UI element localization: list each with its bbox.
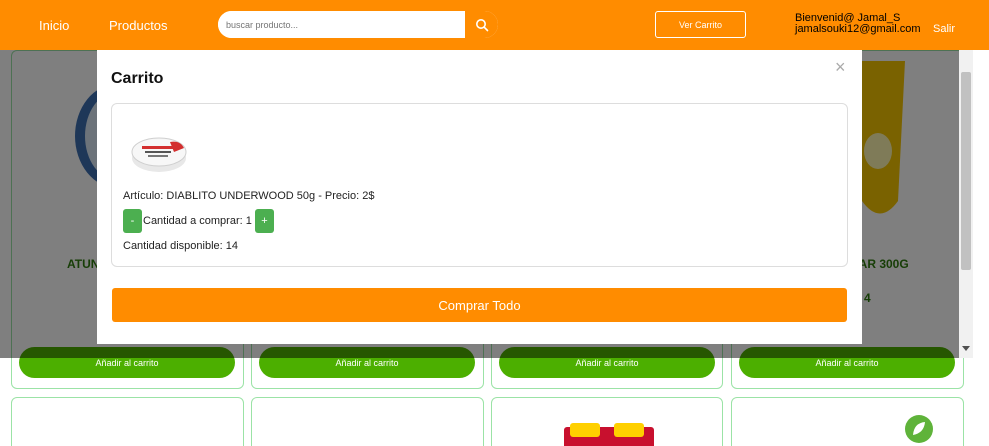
item-description: Artículo: DIABLITO UNDERWOOD 50g - Preci… bbox=[123, 190, 375, 202]
cart-modal: Carrito × Artículo: DIABLITO UNDERWOOD 5… bbox=[97, 50, 862, 344]
page-scrollbar[interactable] bbox=[959, 50, 973, 358]
search-bar bbox=[218, 11, 498, 38]
scroll-thumb[interactable] bbox=[961, 72, 971, 270]
product-card bbox=[731, 397, 964, 446]
logout-link[interactable]: Salir bbox=[933, 23, 955, 35]
product-thumbnail bbox=[131, 137, 187, 172]
cart-item: Artículo: DIABLITO UNDERWOOD 50g - Preci… bbox=[111, 103, 848, 267]
close-icon[interactable]: × bbox=[835, 57, 846, 78]
nav-link-products[interactable]: Productos bbox=[109, 18, 168, 33]
increase-quantity-button[interactable]: + bbox=[255, 209, 274, 233]
user-email: jamalsouki12@gmail.com bbox=[795, 23, 921, 35]
scroll-down-icon[interactable] bbox=[962, 346, 970, 351]
product-card bbox=[11, 397, 244, 446]
view-cart-button[interactable]: Ver Carrito bbox=[655, 11, 746, 38]
available-stock: Cantidad disponible: 14 bbox=[123, 240, 238, 252]
top-navbar: Inicio Productos Ver Carrito Bienvenid@ … bbox=[0, 0, 989, 50]
leaf-badge-icon bbox=[905, 415, 933, 443]
nav-link-home[interactable]: Inicio bbox=[39, 18, 69, 33]
quantity-label: Cantidad a comprar: 1 bbox=[143, 215, 252, 227]
search-icon bbox=[475, 18, 488, 31]
buy-all-button[interactable]: Comprar Todo bbox=[112, 288, 847, 322]
search-input[interactable] bbox=[218, 11, 464, 38]
product-card bbox=[491, 397, 723, 446]
product-card bbox=[251, 397, 484, 446]
modal-title: Carrito bbox=[111, 70, 164, 87]
product-image bbox=[564, 423, 654, 446]
decrease-quantity-button[interactable]: - bbox=[123, 209, 142, 233]
search-button[interactable] bbox=[464, 11, 498, 38]
